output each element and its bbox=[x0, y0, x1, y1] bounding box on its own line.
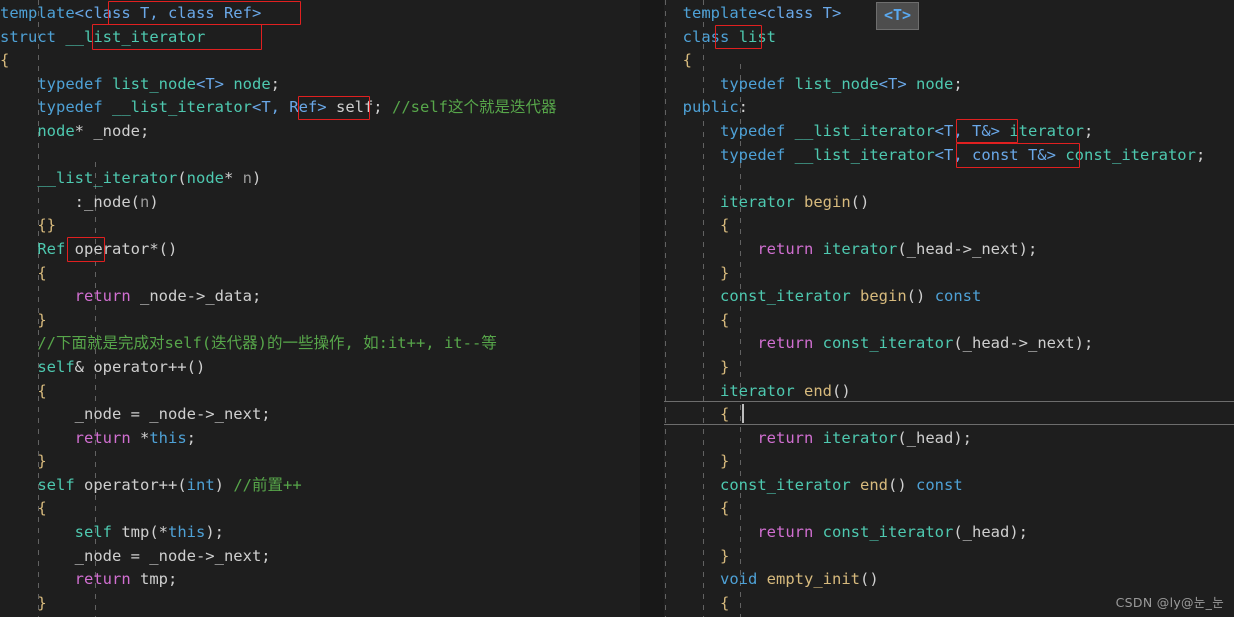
code-line[interactable]: class list bbox=[664, 26, 1234, 50]
code-line[interactable]: void empty_init() bbox=[664, 568, 1234, 592]
code-line[interactable]: self operator++(int) //前置++ bbox=[0, 474, 640, 498]
code-line[interactable]: return tmp; bbox=[0, 568, 640, 592]
code-line[interactable]: return _node->_data; bbox=[0, 285, 640, 309]
code-line[interactable]: public: bbox=[664, 96, 1234, 120]
code-line[interactable]: { bbox=[0, 262, 640, 286]
pane-divider[interactable] bbox=[640, 0, 664, 617]
code-line[interactable]: _node = _node->_next; bbox=[0, 545, 640, 569]
code-line[interactable]: const_iterator end() const bbox=[664, 474, 1234, 498]
code-line[interactable]: iterator begin() bbox=[664, 191, 1234, 215]
code-line[interactable]: } bbox=[0, 309, 640, 333]
code-line[interactable]: { bbox=[664, 49, 1234, 73]
left-editor-pane[interactable]: template<class T, class Ref> struct __li… bbox=[0, 0, 640, 617]
left-code-block[interactable]: template<class T, class Ref> struct __li… bbox=[0, 0, 640, 615]
code-line[interactable]: { bbox=[0, 497, 640, 521]
code-line[interactable]: __list_iterator(node* n) bbox=[0, 167, 640, 191]
code-line[interactable]: } bbox=[664, 545, 1234, 569]
code-line[interactable]: typedef __list_iterator<T, Ref> self; //… bbox=[0, 96, 640, 120]
code-line[interactable]: template<class T, class Ref> bbox=[0, 2, 640, 26]
code-line[interactable]: typedef __list_iterator<T, T&> iterator; bbox=[664, 120, 1234, 144]
code-line[interactable]: Ref operator*() bbox=[0, 238, 640, 262]
right-editor-pane[interactable]: template<class T> class list { typedef l… bbox=[664, 0, 1234, 617]
code-line[interactable]: { bbox=[664, 403, 1234, 427]
code-line[interactable]: typedef list_node<T> node; bbox=[0, 73, 640, 97]
code-line[interactable]: self tmp(*this); bbox=[0, 521, 640, 545]
code-line[interactable]: struct __list_iterator bbox=[0, 26, 640, 50]
code-line[interactable] bbox=[0, 144, 640, 168]
code-line[interactable]: typedef list_node<T> node; bbox=[664, 73, 1234, 97]
code-line[interactable]: :_node(n) bbox=[0, 191, 640, 215]
code-line[interactable]: } bbox=[664, 450, 1234, 474]
code-line[interactable]: } bbox=[664, 262, 1234, 286]
code-comparison-screenshot: template<class T, class Ref> struct __li… bbox=[0, 0, 1234, 617]
template-param-hint-badge[interactable]: <T> bbox=[876, 2, 920, 30]
code-line[interactable]: self& operator++() bbox=[0, 356, 640, 380]
code-line[interactable]: //下面就是完成对self(迭代器)的一些操作, 如:it++, it--等 bbox=[0, 332, 640, 356]
code-line[interactable]: typedef __list_iterator<T, const T&> con… bbox=[664, 144, 1234, 168]
code-line[interactable] bbox=[664, 167, 1234, 191]
code-line[interactable]: { bbox=[664, 309, 1234, 333]
code-line[interactable]: _node = _node->_next; bbox=[0, 403, 640, 427]
code-line[interactable]: { bbox=[0, 49, 640, 73]
code-line[interactable]: return *this; bbox=[0, 427, 640, 451]
code-line[interactable]: return iterator(_head->_next); bbox=[664, 238, 1234, 262]
code-line[interactable]: return const_iterator(_head->_next); bbox=[664, 332, 1234, 356]
code-line[interactable]: const_iterator begin() const bbox=[664, 285, 1234, 309]
code-line[interactable]: return const_iterator(_head); bbox=[664, 521, 1234, 545]
code-line[interactable]: } bbox=[0, 592, 640, 616]
watermark-text: CSDN @ly@눈_눈 bbox=[1115, 595, 1224, 610]
right-code-block[interactable]: template<class T> class list { typedef l… bbox=[664, 0, 1234, 615]
code-line[interactable]: {} bbox=[0, 214, 640, 238]
code-line[interactable]: template<class T> bbox=[664, 2, 1234, 26]
code-line[interactable]: { bbox=[664, 497, 1234, 521]
code-line[interactable]: { bbox=[0, 380, 640, 404]
code-line[interactable]: { bbox=[664, 214, 1234, 238]
code-line[interactable]: } bbox=[664, 356, 1234, 380]
code-line[interactable]: } bbox=[0, 450, 640, 474]
code-line[interactable]: iterator end() bbox=[664, 380, 1234, 404]
code-line[interactable]: return iterator(_head); bbox=[664, 427, 1234, 451]
code-line[interactable]: node* _node; bbox=[0, 120, 640, 144]
